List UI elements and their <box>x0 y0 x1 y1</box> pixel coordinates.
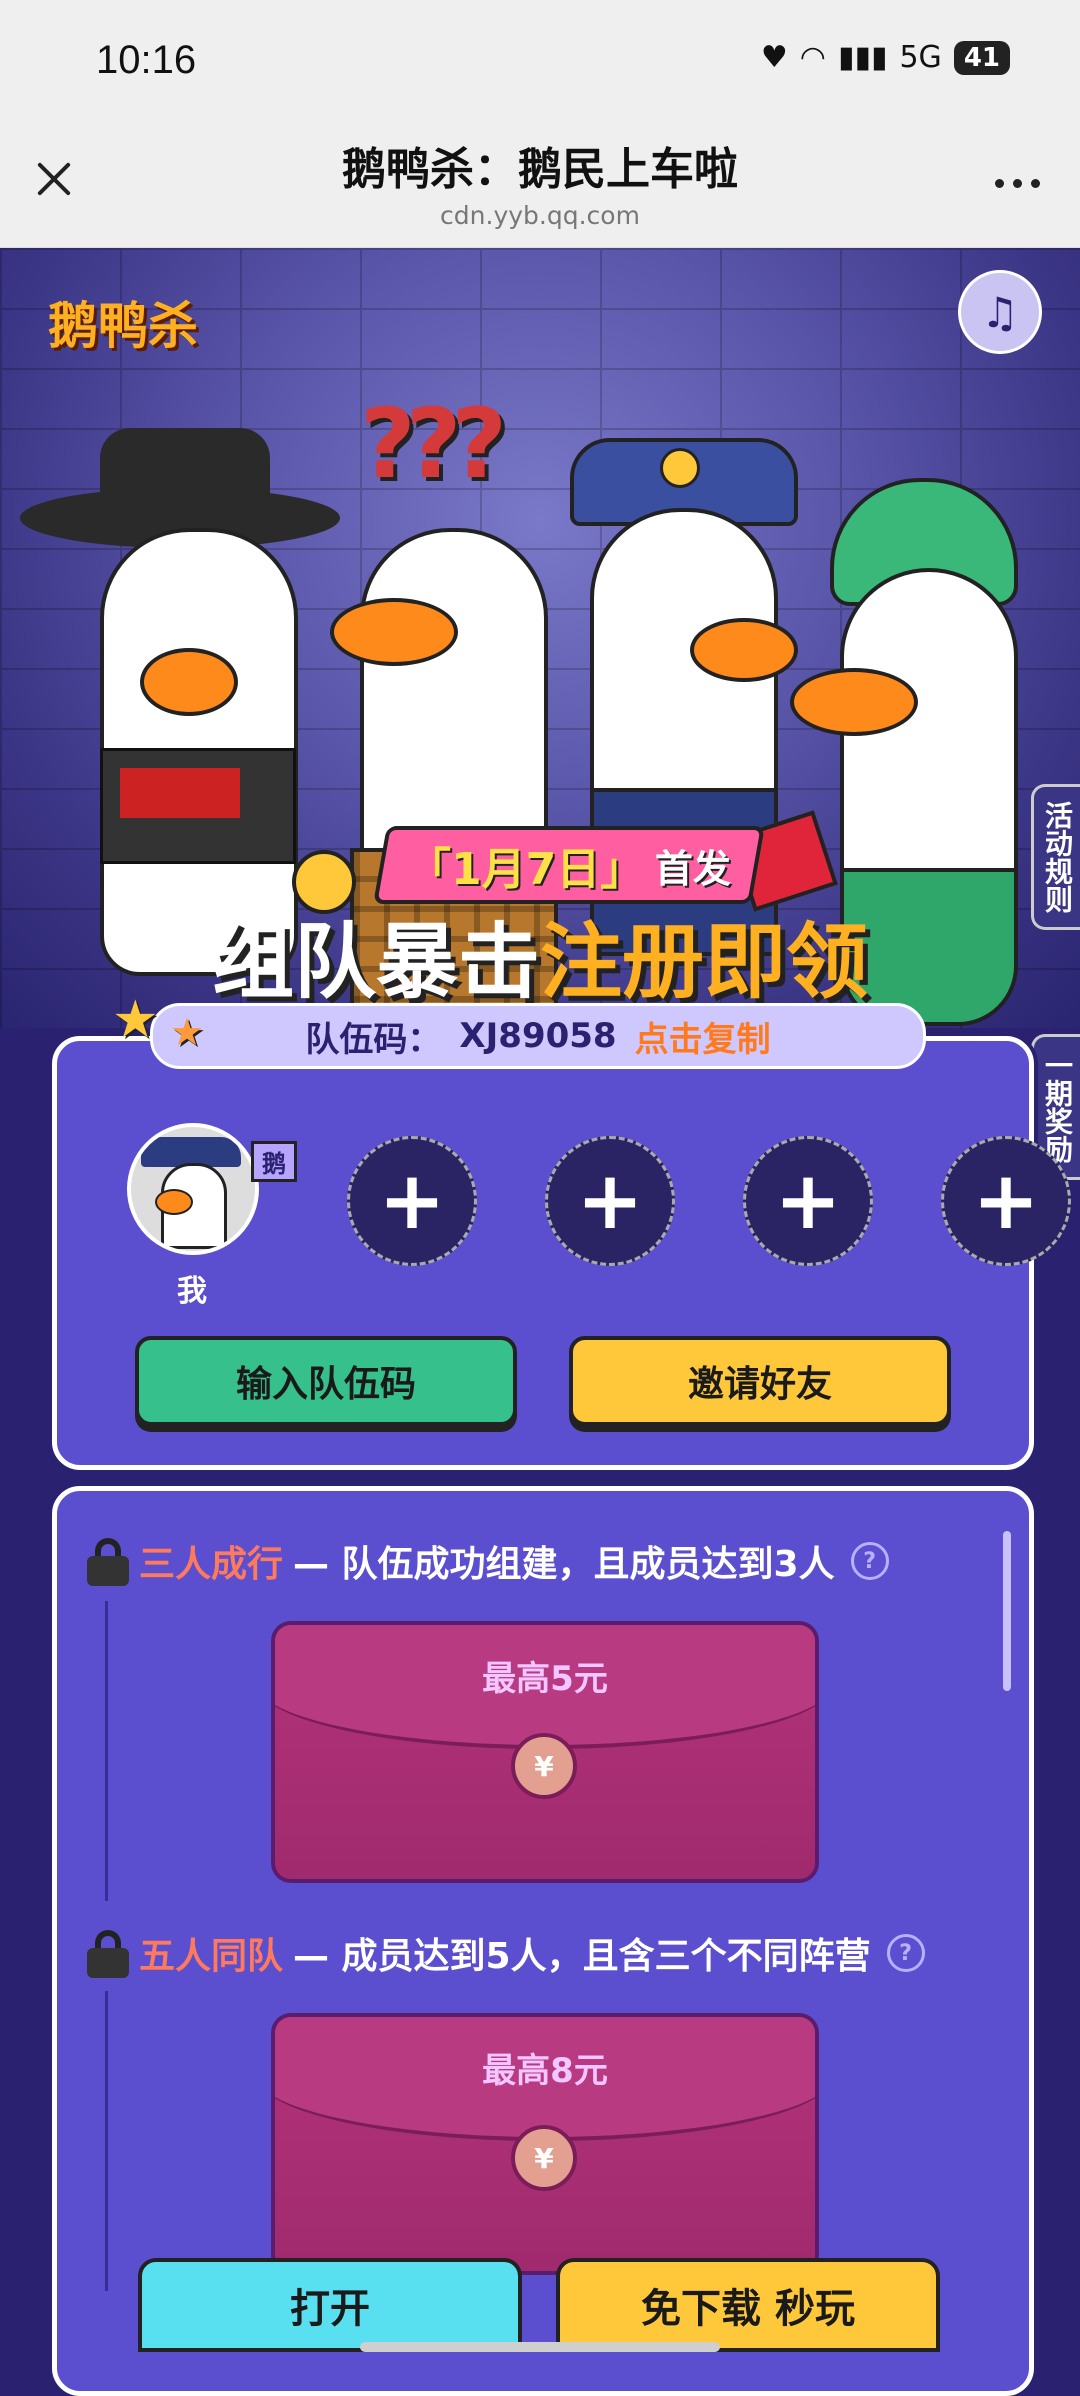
star-icon: ★ <box>112 990 159 1050</box>
faction-tag: 鹅 <box>251 1141 297 1182</box>
reward-amount: 最高5元 <box>482 1659 608 1699</box>
game-logo: 鹅鸭杀 <box>48 297 198 355</box>
lock-icon <box>87 1930 129 1978</box>
team-code-label: 队伍码： <box>305 1019 442 1060</box>
yuan-coin-icon: ¥ <box>511 1733 577 1799</box>
promo-headline: 组队暴击注册即领 <box>211 915 869 1010</box>
lock-icon <box>87 1538 129 1586</box>
reward-tier-desc: — 队伍成功组建，且成员达到3人 <box>293 1544 835 1585</box>
instant-play-button[interactable]: 免下载 秒玩 <box>556 2258 940 2352</box>
page-url: cdn.yyb.qq.com <box>440 201 640 230</box>
yuan-coin-icon: ¥ <box>511 2125 577 2191</box>
open-app-button[interactable]: 打开 <box>138 2258 522 2352</box>
status-time: 10:16 <box>96 38 197 82</box>
battery-icon: 41 <box>953 40 1010 75</box>
heart-icon: ♥ <box>760 40 788 75</box>
launch-date: 「1月7日」 <box>407 844 645 895</box>
add-member-slot[interactable]: + <box>743 1136 873 1266</box>
help-icon[interactable]: ? <box>886 1934 925 1972</box>
copy-code-link[interactable]: 点击复制 <box>635 1012 771 1061</box>
wifi-icon: ◠ <box>799 40 826 75</box>
help-icon[interactable]: ? <box>850 1542 889 1580</box>
add-member-slot[interactable]: + <box>347 1136 477 1266</box>
reward-tier-name: 五人同队 <box>139 1936 284 1977</box>
status-bar: 10:16 ♥ ◠ ▮▮▮ 5G 41 <box>0 0 1080 125</box>
star-icon: ★ <box>170 1010 205 1054</box>
reward-amount: 最高8元 <box>482 2051 608 2091</box>
reward-tier-title: 三人成行 — 队伍成功组建，且成员达到3人 ? <box>87 1535 889 1587</box>
red-envelope-reward[interactable]: 最高8元 ¥ <box>271 2013 819 2275</box>
more-menu-icon[interactable] <box>995 179 1040 188</box>
scrollbar[interactable] <box>1003 1531 1011 1691</box>
enter-team-code-button[interactable]: 输入队伍码 <box>135 1336 517 1426</box>
launch-date-badge: 「1月7日」 首发 <box>373 826 765 904</box>
reward-tier-name: 三人成行 <box>139 1544 284 1585</box>
music-icon[interactable]: ♫ <box>958 270 1042 354</box>
add-member-slot[interactable]: + <box>545 1136 675 1266</box>
page-title: 鹅鸭杀：鹅民上车啦 <box>342 144 738 195</box>
reward-tier-desc: — 成员达到5人，且含三个不同阵营 <box>293 1936 871 1977</box>
reward-tier-title: 五人同队 — 成员达到5人，且含三个不同阵营 ? <box>87 1927 925 1979</box>
team-panel: 鹅 我 + + + + 输入队伍码 邀请好友 <box>52 1036 1071 1470</box>
status-icons: ♥ ◠ ▮▮▮ 5G 41 <box>761 40 1010 75</box>
avatar[interactable] <box>127 1123 259 1255</box>
signal-icon: ▮▮▮ <box>837 40 888 75</box>
home-indicator[interactable] <box>360 2342 720 2352</box>
red-envelope-reward[interactable]: 最高5元 ¥ <box>271 1621 819 1883</box>
network-type: 5G <box>899 40 942 75</box>
team-code-value: XJ89058 <box>459 1016 617 1056</box>
browser-header: 鹅鸭杀：鹅民上车啦 cdn.yyb.qq.com <box>0 125 1080 248</box>
me-label: 我 <box>177 1274 207 1309</box>
add-member-slot[interactable]: + <box>941 1136 1071 1266</box>
launch-date-suffix: 首发 <box>654 846 731 891</box>
invite-friends-button[interactable]: 邀请好友 <box>569 1336 951 1426</box>
team-code-bar: 队伍码： XJ89058 点击复制 <box>150 1003 926 1069</box>
